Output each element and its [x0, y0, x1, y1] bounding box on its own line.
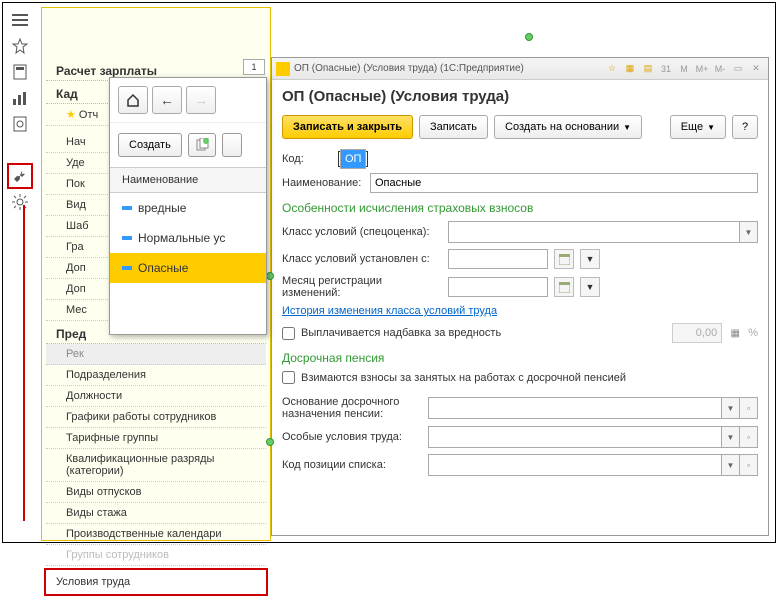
harm-value-input[interactable]: [672, 323, 722, 343]
sidebar-item[interactable]: Виды отпусков: [46, 482, 266, 503]
class-cond-combo[interactable]: ▼: [448, 221, 758, 243]
sidebar-item[interactable]: Производственные календари: [46, 524, 266, 545]
special-cond-combo[interactable]: ▼▫: [428, 426, 758, 448]
gear-icon[interactable]: [7, 189, 33, 215]
position-code-label: Код позиции списка:: [282, 459, 422, 471]
more-button[interactable]: [222, 133, 242, 157]
position-code-combo[interactable]: ▼▫: [428, 454, 758, 476]
chevron-down-icon: ▼: [721, 427, 739, 447]
chart-icon[interactable]: [7, 85, 33, 111]
section-pension: Досрочная пенсия: [282, 351, 758, 365]
chevron-down-icon: ▼: [721, 455, 739, 475]
early-pension-label: Взимаются взносы за занятых на работах с…: [301, 372, 626, 384]
month-reg-input[interactable]: [448, 277, 548, 297]
open-icon: ▫: [739, 455, 757, 475]
special-cond-label: Особые условия труда:: [282, 431, 422, 443]
dropdown-icon[interactable]: ▼: [580, 249, 600, 269]
list-item[interactable]: Нормальные ус: [110, 223, 266, 253]
create-based-button[interactable]: Создать на основании ▼: [494, 115, 642, 139]
form-title: ОП (Опасные) (Условия труда): [282, 88, 758, 105]
help-button[interactable]: ?: [732, 115, 758, 139]
basis-combo[interactable]: ▼▫: [428, 397, 758, 419]
month-reg-label: Месяц регистрации изменений:: [282, 275, 442, 299]
list-header: Наименование: [110, 167, 266, 193]
safe-icon[interactable]: [7, 111, 33, 137]
titlebar: ОП (Опасные) (Условия труда) (1С:Предпри…: [272, 58, 768, 80]
tb-mplus[interactable]: M+: [694, 62, 710, 76]
dropdown-icon[interactable]: ▼: [580, 277, 600, 297]
basis-label: Основание досрочного назначения пенсии:: [282, 396, 422, 420]
save-button[interactable]: Записать: [419, 115, 488, 139]
code-label: Код:: [282, 153, 332, 165]
tb-m[interactable]: M: [676, 62, 692, 76]
more-button[interactable]: Еще ▼: [670, 115, 726, 139]
section-insurance: Особенности исчисления страховых взносов: [282, 201, 758, 215]
forward-button[interactable]: →: [186, 86, 216, 114]
name-input[interactable]: [370, 173, 758, 193]
history-link[interactable]: История изменения класса условий труда: [282, 305, 497, 317]
menu-icon[interactable]: [7, 7, 33, 33]
chevron-down-icon: ▼: [739, 222, 757, 242]
save-close-button[interactable]: Записать и закрыть: [282, 115, 413, 139]
calendar-button[interactable]: [554, 277, 574, 297]
sidebar-item-rec[interactable]: Рек: [46, 344, 266, 365]
list-popup: ← → Создать Наименование вредные Нормаль…: [109, 77, 267, 335]
open-icon: ▫: [739, 398, 757, 418]
open-icon: ▫: [739, 427, 757, 447]
percent-icon: ▦: [728, 326, 742, 340]
copy-button[interactable]: [188, 133, 216, 157]
tb-icon-grid[interactable]: ▦: [622, 62, 638, 76]
sidebar-item[interactable]: Подразделения: [46, 365, 266, 386]
sidebar-item[interactable]: Группы сотрудников: [46, 545, 266, 566]
harm-bonus-label: Выплачивается надбавка за вредность: [301, 327, 501, 339]
tb-31[interactable]: 31: [658, 62, 674, 76]
class-cond-label: Класс условий (спецоценка):: [282, 226, 442, 238]
annotation-dot: [266, 272, 274, 280]
code-input[interactable]: ОП: [340, 149, 366, 169]
sidebar-item[interactable]: Виды стажа: [46, 503, 266, 524]
window-title: ОП (Опасные) (Условия труда) (1С:Предпри…: [294, 63, 524, 74]
close-button[interactable]: ✕: [748, 62, 764, 76]
sidebar-item[interactable]: Должности: [46, 386, 266, 407]
main-window: ОП (Опасные) (Условия труда) (1С:Предпри…: [271, 57, 769, 536]
app-icon: [276, 62, 290, 76]
annotation-dot: [266, 438, 274, 446]
icon-rail: [7, 7, 37, 215]
tb-icon-calc[interactable]: ▤: [640, 62, 656, 76]
name-label: Наименование:: [282, 177, 364, 189]
class-set-label: Класс условий установлен с:: [282, 253, 442, 265]
tb-icon-fav[interactable]: ☆: [604, 62, 620, 76]
sidebar-item-conditions[interactable]: Условия труда: [44, 568, 268, 596]
annotation-dot: [525, 33, 533, 41]
tab-marker[interactable]: 1: [243, 59, 265, 75]
harm-bonus-checkbox[interactable]: [282, 327, 295, 340]
early-pension-checkbox[interactable]: [282, 371, 295, 384]
annotation-line: [23, 205, 25, 521]
list-item-selected[interactable]: Опасные: [110, 253, 266, 283]
tb-mminus[interactable]: M-: [712, 62, 728, 76]
back-button[interactable]: ←: [152, 86, 182, 114]
chevron-down-icon: ▼: [721, 398, 739, 418]
sidebar-item[interactable]: Графики работы сотрудников: [46, 407, 266, 428]
list-item[interactable]: вредные: [110, 193, 266, 223]
sidebar-item[interactable]: Тарифные группы: [46, 428, 266, 449]
minimize-button[interactable]: ▭: [730, 62, 746, 76]
home-button[interactable]: [118, 86, 148, 114]
calc-icon[interactable]: [7, 59, 33, 85]
calendar-button[interactable]: [554, 249, 574, 269]
class-set-input[interactable]: [448, 249, 548, 269]
star-icon[interactable]: [7, 33, 33, 59]
wrench-icon[interactable]: [7, 163, 33, 189]
sidebar-item[interactable]: Квалификационные разряды (категории): [46, 449, 266, 482]
create-button[interactable]: Создать: [118, 133, 182, 157]
